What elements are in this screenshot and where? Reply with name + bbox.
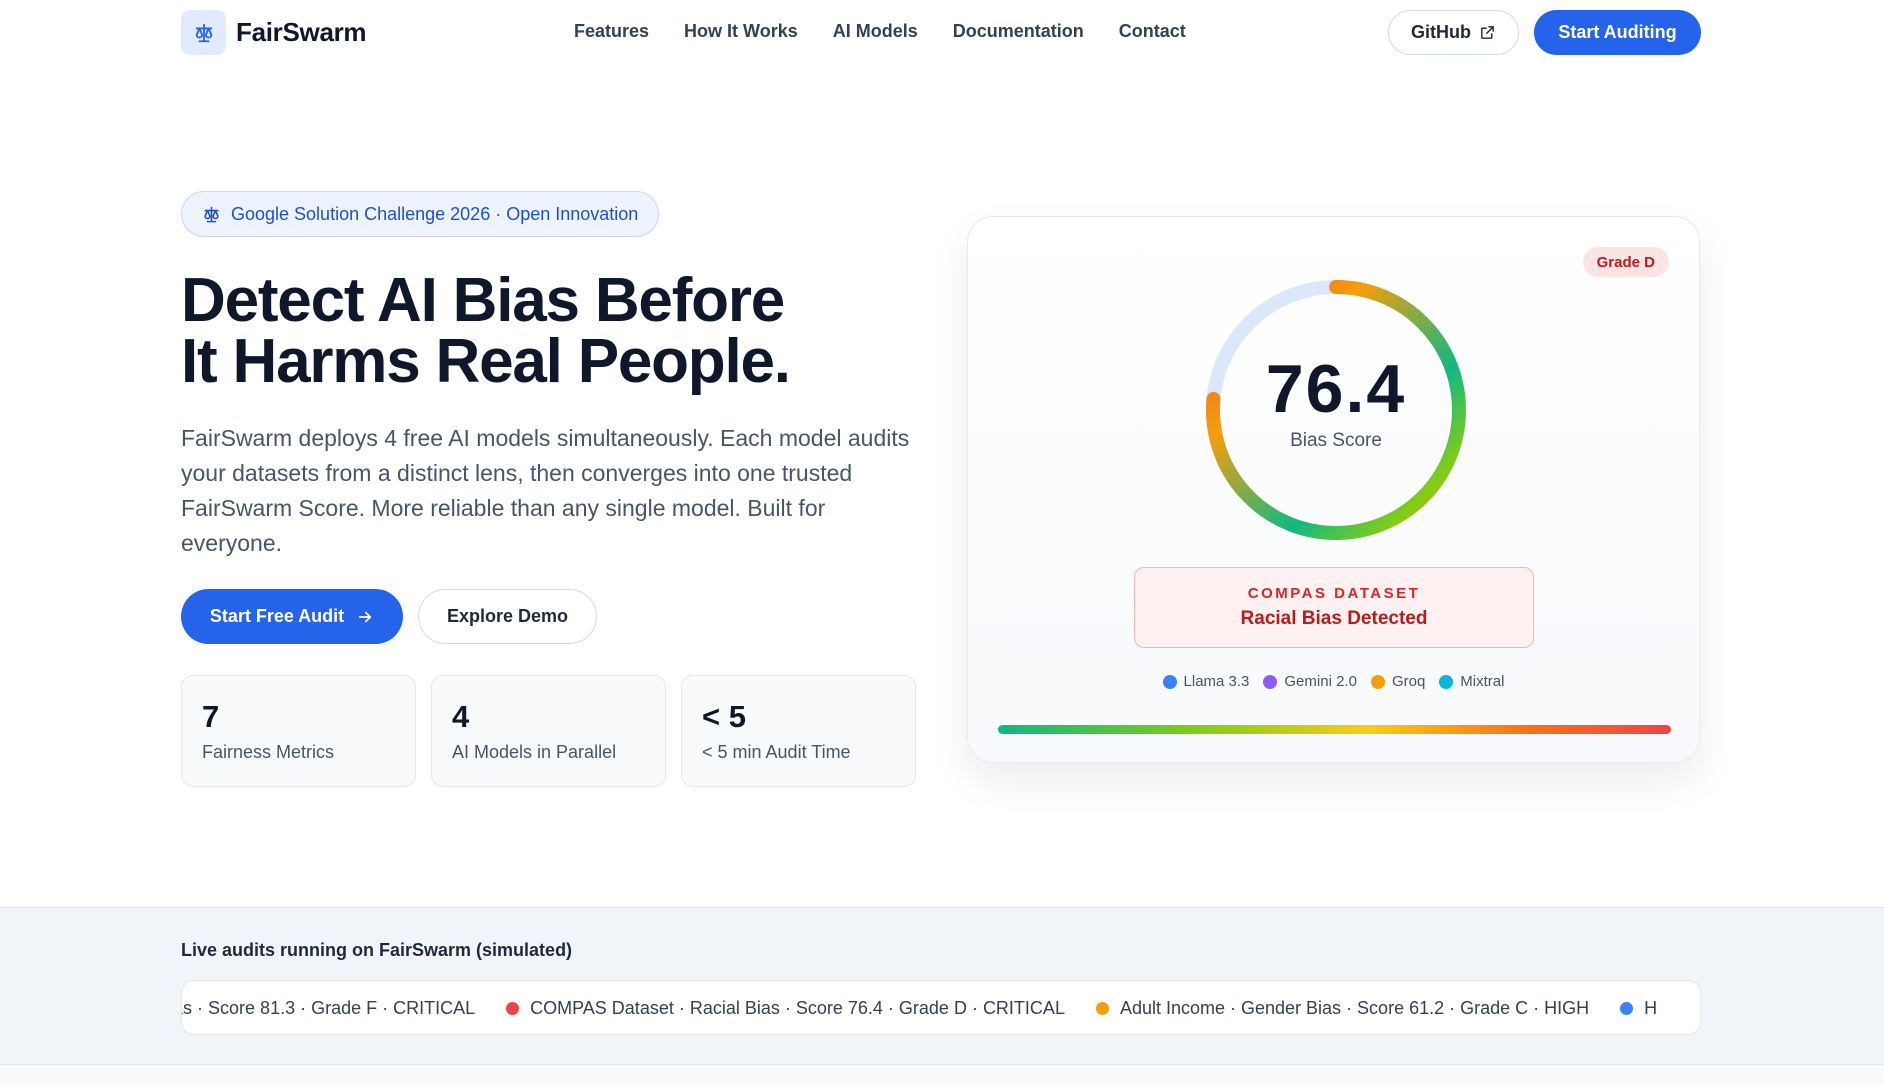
score-gradient-bar bbox=[998, 725, 1671, 734]
live-audits-section: Live audits running on FairSwarm (simula… bbox=[0, 907, 1884, 1065]
legend-item-gemini: Gemini 2.0 bbox=[1263, 673, 1357, 690]
ticker-item-text: H bbox=[1644, 998, 1658, 1018]
stat-card-audit-time: < 5 < 5 min Audit Time bbox=[681, 675, 916, 787]
legend-dot bbox=[1439, 674, 1454, 689]
brand[interactable]: FairSwarm bbox=[181, 10, 367, 55]
hero-title-line-1: Detect AI Bias Before bbox=[181, 266, 785, 335]
nav-link-ai-models[interactable]: AI Models bbox=[833, 21, 918, 42]
legend-dot bbox=[1162, 674, 1177, 689]
arrow-right-icon bbox=[359, 611, 372, 622]
ticker-item: COMPAS Dataset · Racial Bias · Score 76.… bbox=[506, 998, 1065, 1019]
ticker-item-text: Adult Income · Gender Bias · Score 61.2 … bbox=[1119, 998, 1590, 1018]
top-navigation: FairSwarm Features How It Works AI Model… bbox=[0, 0, 1884, 66]
legend-label: Mixtral bbox=[1460, 673, 1505, 690]
legend-item-groq: Groq bbox=[1370, 673, 1426, 690]
status-dot bbox=[1095, 1002, 1109, 1015]
scale-icon bbox=[204, 206, 219, 222]
brand-name: FairSwarm bbox=[236, 17, 367, 47]
stat-label: < 5 min Audit Time bbox=[702, 742, 851, 762]
ticker-item: Disability Bias · Score 81.3 · Grade F ·… bbox=[182, 998, 476, 1019]
bias-score-label: Bias Score bbox=[1290, 430, 1382, 451]
ticker-item: Adult Income · Gender Bias · Score 61.2 … bbox=[1095, 998, 1590, 1019]
explore-demo-button[interactable]: Explore Demo bbox=[418, 589, 597, 644]
challenge-badge-text: Google Solution Challenge 2026 · Open In… bbox=[231, 203, 639, 224]
nav-link-features[interactable]: Features bbox=[574, 21, 649, 42]
stat-card-ai-models: 4 AI Models in Parallel bbox=[431, 675, 666, 787]
bias-score-value: 76.4 bbox=[1265, 351, 1407, 427]
dataset-result-box: COMPAS DATASET Racial Bias Detected bbox=[1134, 567, 1534, 648]
legend-dot bbox=[1263, 674, 1278, 689]
legend-label: Groq bbox=[1391, 673, 1426, 690]
ticker-track: Disability Bias · Score 81.3 · Grade F ·… bbox=[182, 981, 1688, 1034]
status-dot bbox=[1620, 1002, 1634, 1015]
external-link-icon bbox=[1481, 26, 1494, 39]
live-audits-title: Live audits running on FairSwarm (simula… bbox=[181, 940, 573, 960]
gauge-center: 76.4 Bias Score bbox=[1201, 275, 1471, 545]
model-legend: Llama 3.3 Gemini 2.0 Groq Mixtral bbox=[968, 673, 1699, 690]
bias-score-card: Grade D 76.4 Bias Score COMPAS DATASET R… bbox=[967, 216, 1700, 763]
legend-label: Llama 3.3 bbox=[1183, 673, 1250, 690]
ticker-item: H bbox=[1620, 998, 1657, 1019]
status-dot bbox=[506, 1002, 520, 1015]
challenge-badge: Google Solution Challenge 2026 · Open In… bbox=[181, 191, 660, 237]
dataset-result: Racial Bias Detected bbox=[1240, 608, 1428, 629]
grade-badge: Grade D bbox=[1582, 247, 1669, 277]
nav-link-contact[interactable]: Contact bbox=[1119, 21, 1186, 42]
nav-links: Features How It Works AI Models Document… bbox=[574, 21, 1186, 42]
scale-icon bbox=[181, 10, 226, 55]
live-audits-ticker: Disability Bias · Score 81.3 · Grade F ·… bbox=[181, 980, 1701, 1035]
stat-value: 4 bbox=[452, 699, 470, 734]
legend-dot bbox=[1370, 674, 1385, 689]
start-free-audit-label: Start Free Audit bbox=[209, 606, 345, 626]
github-label: GitHub bbox=[1411, 22, 1471, 42]
legend-label: Gemini 2.0 bbox=[1284, 673, 1357, 690]
hero-title-line-2: It Harms Real People. bbox=[181, 327, 791, 396]
start-auditing-button[interactable]: Start Auditing bbox=[1534, 10, 1701, 55]
legend-item-llama: Llama 3.3 bbox=[1162, 673, 1250, 690]
nav-link-documentation[interactable]: Documentation bbox=[953, 21, 1084, 42]
nav-link-how-it-works[interactable]: How It Works bbox=[684, 21, 798, 42]
bottom-strip bbox=[0, 1065, 1884, 1085]
stat-value: < 5 bbox=[702, 699, 746, 734]
stat-card-fairness-metrics: 7 Fairness Metrics bbox=[181, 675, 416, 787]
ticker-item-text: Disability Bias · Score 81.3 · Grade F ·… bbox=[182, 998, 476, 1018]
start-free-audit-button[interactable]: Start Free Audit bbox=[181, 589, 403, 644]
dataset-name: COMPAS DATASET bbox=[1247, 585, 1421, 602]
stat-value: 7 bbox=[202, 699, 220, 734]
hero-title: Detect AI Bias Before It Harms Real Peop… bbox=[181, 266, 881, 396]
hero-description: FairSwarm deploys 4 free AI models simul… bbox=[181, 425, 910, 556]
legend-item-mixtral: Mixtral bbox=[1439, 673, 1504, 690]
stat-label: AI Models in Parallel bbox=[452, 742, 617, 762]
github-button[interactable]: GitHub bbox=[1388, 10, 1519, 55]
stat-label: Fairness Metrics bbox=[202, 742, 335, 762]
ticker-item-text: COMPAS Dataset · Racial Bias · Score 76.… bbox=[530, 998, 1065, 1018]
